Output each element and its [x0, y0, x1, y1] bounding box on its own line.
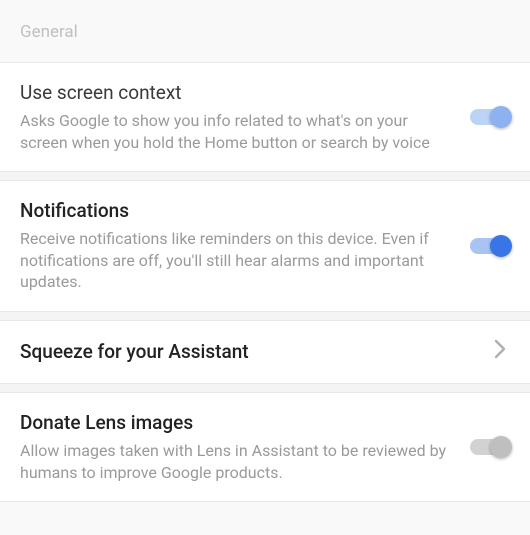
setting-desc: Receive notifications like reminders on … [20, 228, 454, 293]
toggle-notifications[interactable] [470, 238, 510, 254]
setting-squeeze-assistant[interactable]: Squeeze for your Assistant [0, 321, 530, 383]
toggle-knob [490, 436, 512, 458]
setting-title: Use screen context [20, 81, 454, 104]
divider [0, 383, 530, 393]
setting-desc: Allow images taken with Lens in Assistan… [20, 440, 454, 483]
setting-desc: Asks Google to show you info related to … [20, 110, 454, 153]
toggle-knob [490, 106, 512, 128]
setting-use-screen-context[interactable]: Use screen context Asks Google to show y… [0, 63, 530, 171]
section-header-general: General [0, 0, 530, 62]
divider [0, 171, 530, 181]
setting-title: Squeeze for your Assistant [20, 340, 478, 363]
setting-title: Donate Lens images [20, 411, 454, 434]
toggle-donate-lens[interactable] [470, 439, 510, 455]
setting-notifications[interactable]: Notifications Receive notifications like… [0, 181, 530, 311]
divider [0, 311, 530, 321]
chevron-right-icon [494, 339, 510, 365]
toggle-use-screen-context[interactable] [470, 109, 510, 125]
setting-donate-lens[interactable]: Donate Lens images Allow images taken wi… [0, 393, 530, 501]
divider [0, 501, 530, 502]
setting-title: Notifications [20, 199, 454, 222]
toggle-knob [490, 235, 512, 257]
